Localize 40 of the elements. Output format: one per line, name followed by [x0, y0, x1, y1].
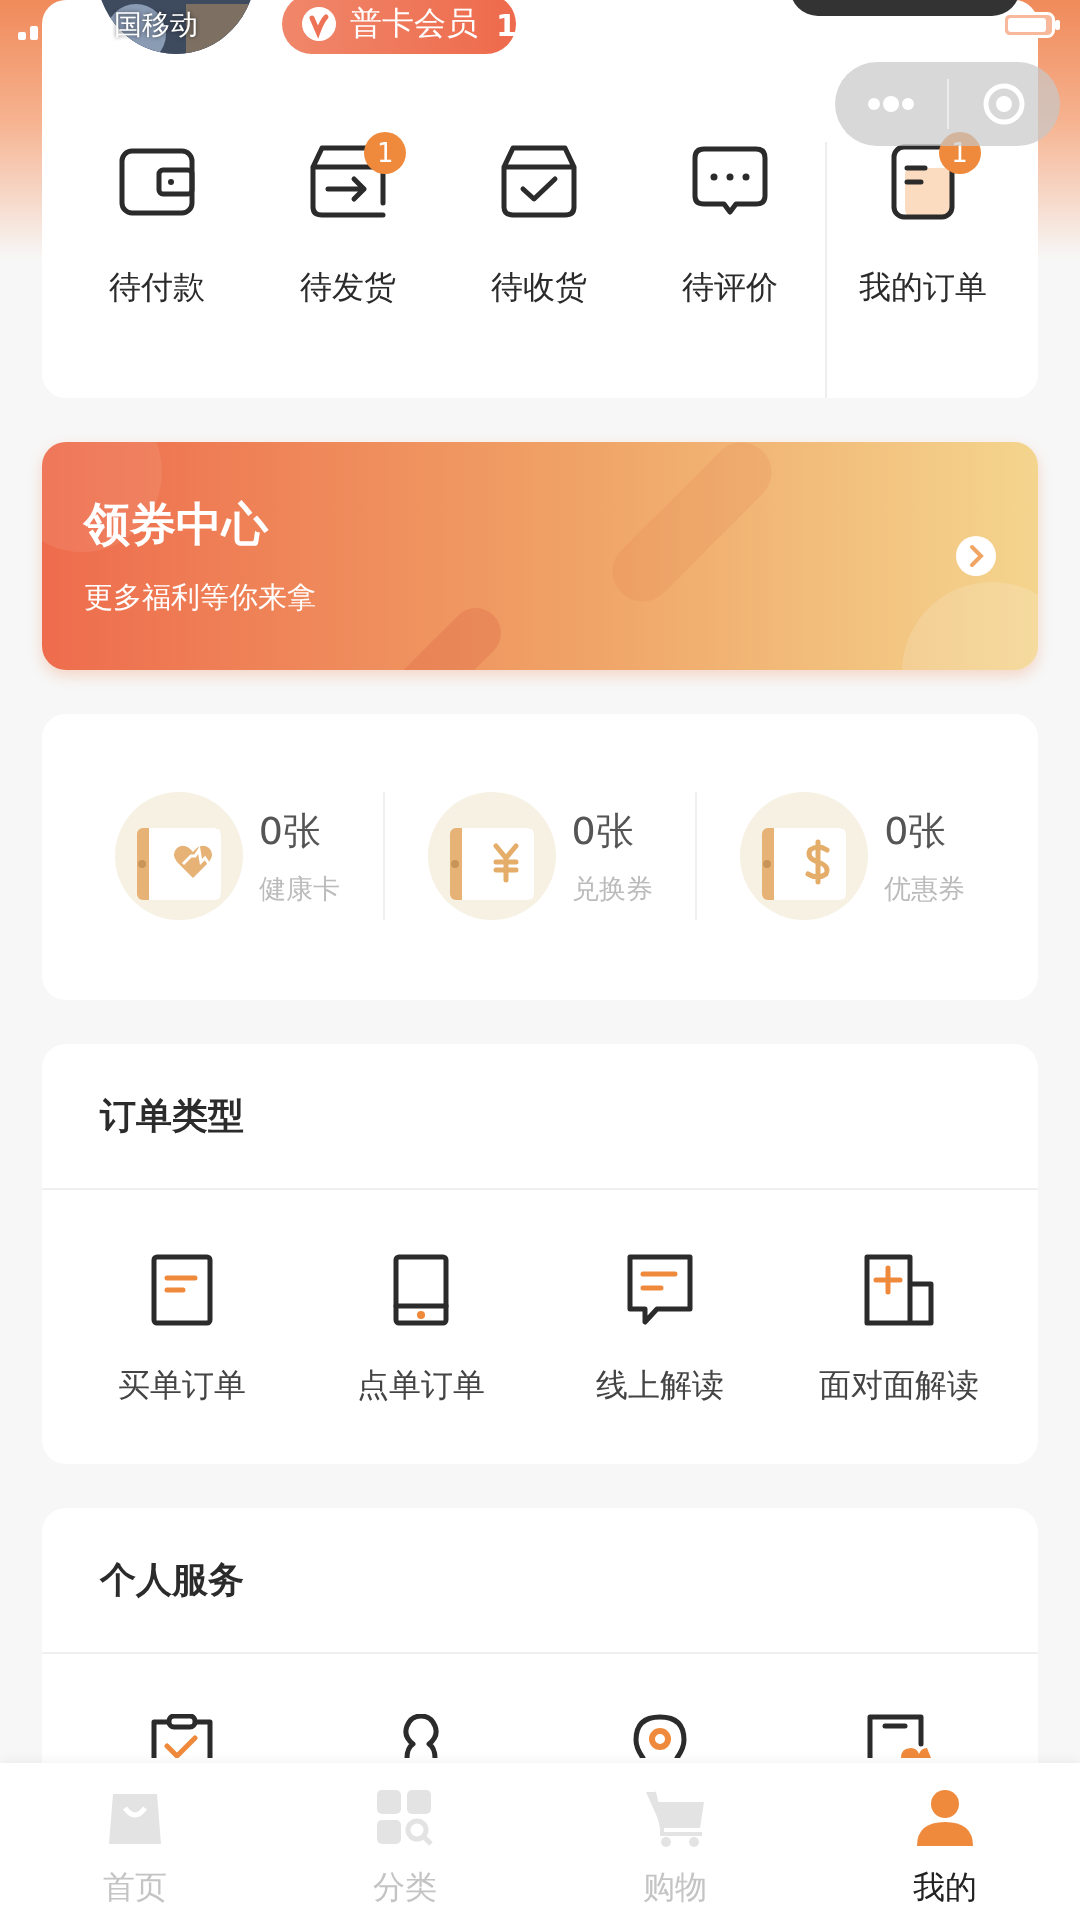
voucher-count: 0张 — [884, 807, 948, 855]
more-icon — [865, 96, 916, 112]
location-pin-icon — [632, 1714, 687, 1758]
tab-bar-item[interactable]: 我的 — [810, 1763, 1080, 1920]
order-status-link[interactable]: 待收货 — [491, 266, 587, 310]
document-icon — [150, 1254, 213, 1326]
member-level: 1 — [496, 8, 517, 43]
wallet-icon — [119, 148, 196, 216]
member-label: 普卡会员 — [350, 3, 478, 44]
ticket-icon — [427, 792, 556, 920]
order-status-link[interactable]: 待评价 — [681, 266, 778, 310]
ticket-icon — [740, 792, 869, 920]
message-icon — [626, 1254, 693, 1326]
signal-icon — [18, 24, 40, 40]
order-status-link[interactable]: 待付款 — [109, 266, 206, 310]
target-icon — [982, 82, 1027, 126]
voucher-count: 0张 — [571, 807, 635, 855]
order-status-link[interactable]: 待发货 — [300, 266, 397, 310]
chevron-right-icon — [956, 536, 996, 576]
section-title: 订单类型 — [100, 1093, 244, 1138]
section-title: 个人服务 — [100, 1557, 244, 1602]
v-logo-icon — [302, 7, 336, 41]
order-status-link[interactable]: 我的订单 — [858, 266, 987, 310]
document-plus-icon — [863, 1254, 934, 1326]
voucher-count: 0张 — [258, 807, 322, 855]
category-grid-icon — [375, 1788, 435, 1848]
box-check-icon — [501, 145, 577, 219]
banner-subtitle: 更多福利等你来拿 — [84, 579, 316, 616]
order-type-link[interactable]: 买单订单 — [117, 1364, 246, 1408]
order-type-link[interactable]: 面对面解读 — [818, 1364, 979, 1408]
order-type-link[interactable]: 点单订单 — [356, 1364, 485, 1408]
tablet-icon — [392, 1254, 449, 1326]
count-badge: 1 — [364, 132, 407, 174]
order-type-link[interactable]: 线上解读 — [595, 1364, 724, 1408]
banner-title: 领券中心 — [84, 496, 270, 553]
chat-bubble-icon — [691, 146, 768, 218]
clipboard-check-icon — [150, 1714, 213, 1758]
ticket-icon — [114, 792, 243, 920]
person-icon — [917, 1788, 973, 1848]
document-heart-icon — [866, 1714, 931, 1758]
